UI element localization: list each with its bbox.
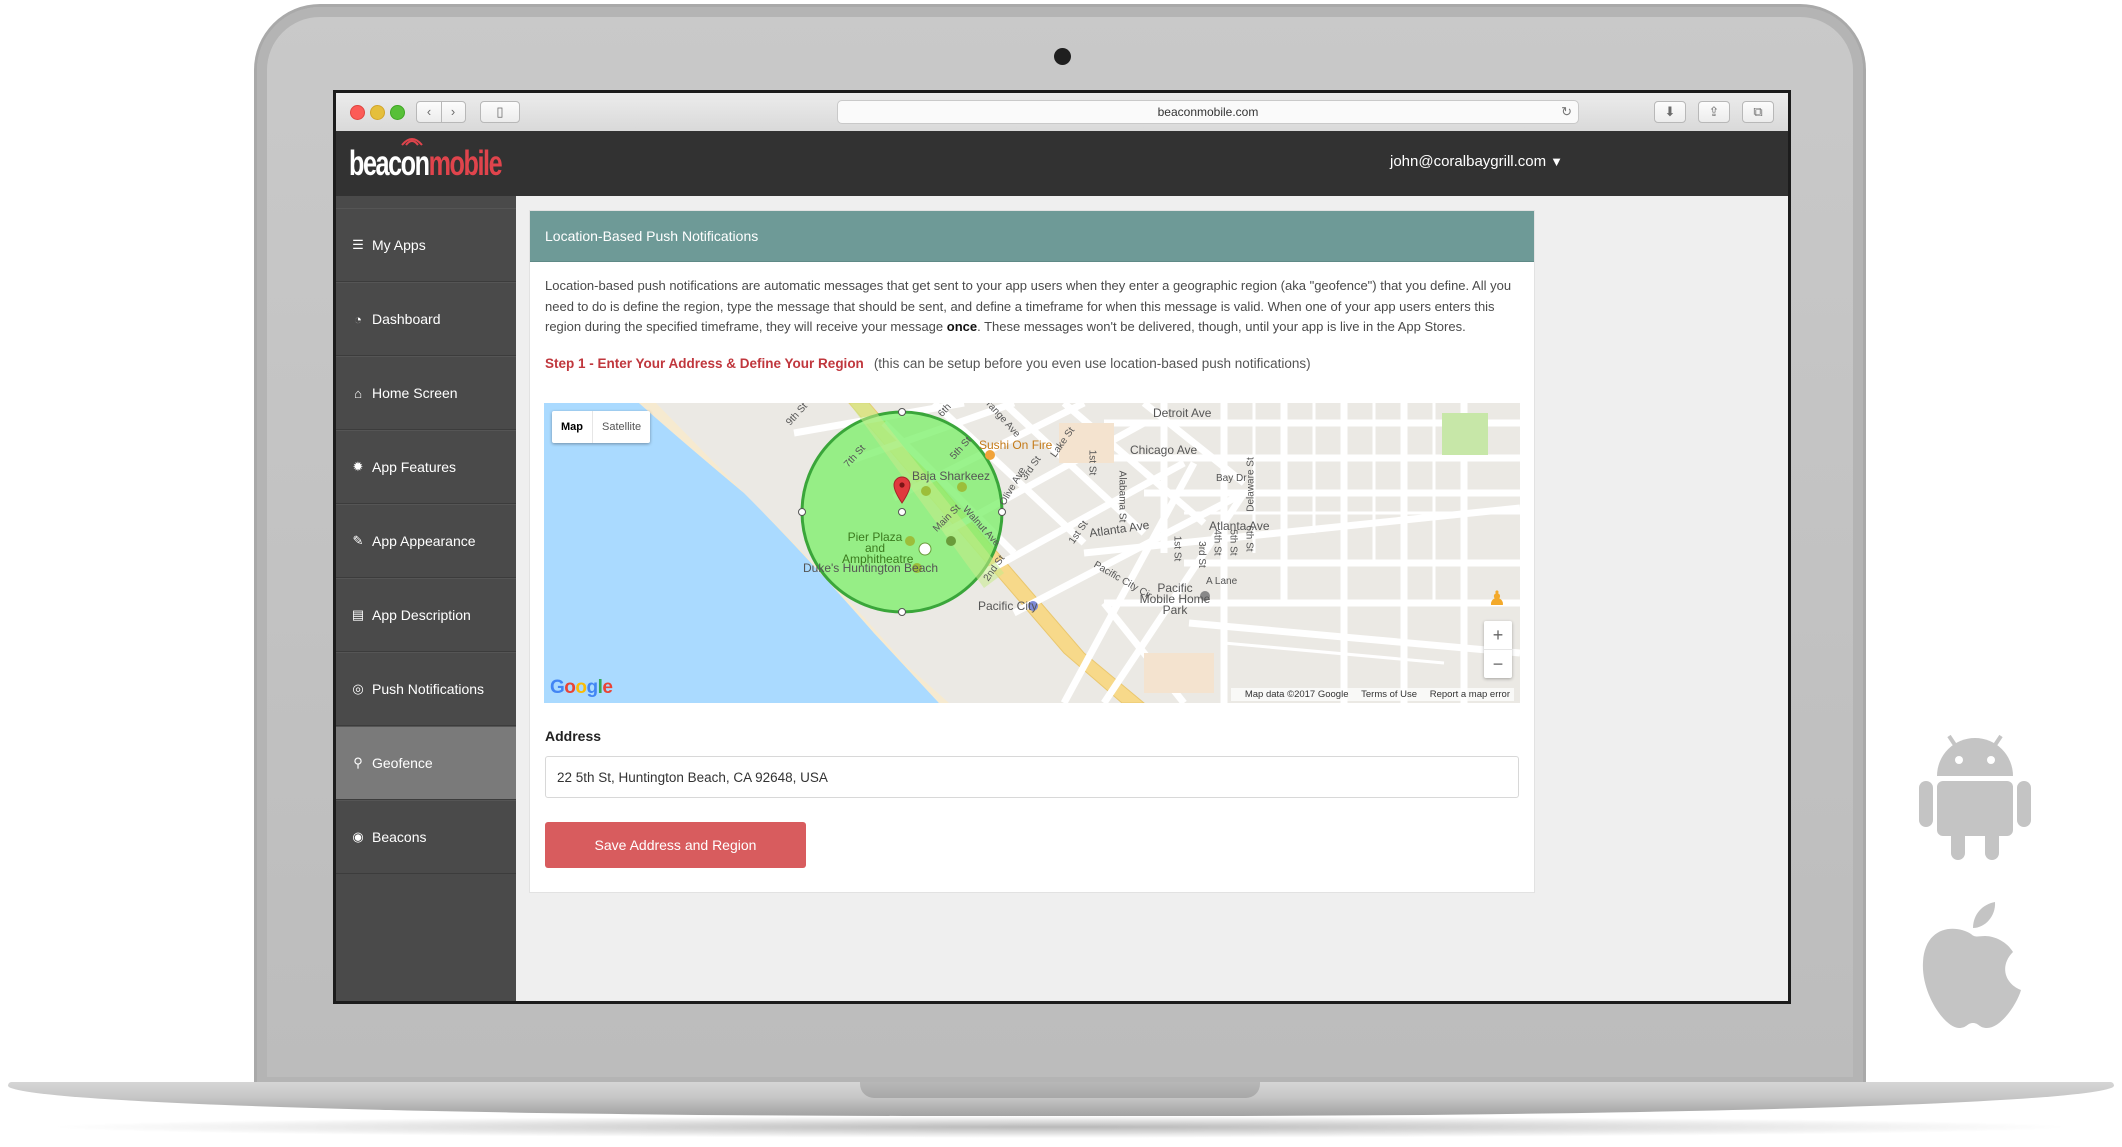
map-label: Baja Sharkeez	[912, 469, 991, 483]
sidebar-toggle-icon[interactable]: ▯	[480, 101, 520, 123]
android-icon	[1919, 734, 2031, 860]
url-text: beaconmobile.com	[1157, 105, 1259, 119]
map-label: Alabama St	[1116, 470, 1128, 523]
tabs-icon[interactable]: ⧉	[1742, 101, 1774, 123]
sidebar-item-label: Beacons	[372, 829, 427, 845]
panel-title: Location-Based Push Notifications	[530, 211, 1534, 262]
sidebar-item-home-screen[interactable]: ⌂ Home Screen	[336, 356, 516, 430]
map-label: 5th St	[1227, 529, 1239, 556]
map-data-text: Map data ©2017 Google	[1244, 689, 1349, 700]
google-logo[interactable]: Google	[550, 677, 613, 699]
sidebar-item-my-apps[interactable]: ☰ My Apps	[336, 208, 516, 282]
address-bar[interactable]: beaconmobile.com ↻	[837, 100, 1579, 124]
app-header: beaconmobile john@coralbaygrill.com ▼	[336, 131, 1788, 196]
sidebar-item-app-description[interactable]: ▤ App Description	[336, 578, 516, 652]
map-marker-icon: ⚲	[353, 755, 363, 770]
zoom-control: + −	[1484, 621, 1512, 678]
maximize-window-button[interactable]	[390, 105, 405, 120]
map-label: A Lane	[1206, 576, 1238, 587]
map-label: Pacific City	[978, 599, 1038, 613]
step-note: (this can be setup before you even use l…	[873, 356, 1311, 371]
map-label: 1st St	[1086, 449, 1098, 476]
map-label: 4th St	[1211, 529, 1223, 556]
forward-icon[interactable]: ›	[442, 102, 465, 122]
step-1-heading: Step 1 - Enter Your Address & Define You…	[545, 356, 1311, 371]
sidebar-item-app-features[interactable]: ✹ App Features	[336, 430, 516, 504]
map-label: Pacific Mobile Home Park	[1139, 581, 1211, 617]
map-label: Delaware St	[1245, 457, 1257, 512]
laptop-notch	[860, 1082, 1260, 1098]
terms-link[interactable]: Terms of Use	[1361, 689, 1417, 700]
caret-down-icon: ▼	[1550, 154, 1563, 169]
sidebar-item-label: Home Screen	[372, 385, 458, 401]
geofence-map[interactable]: Detroit Ave Chicago Ave Atlanta Ave Atla…	[544, 403, 1520, 703]
list-icon: ☰	[352, 237, 364, 252]
download-icon[interactable]: ⬇	[1654, 101, 1686, 123]
step-title: Step 1 - Enter Your Address & Define You…	[545, 356, 864, 371]
map-type-satellite-button[interactable]: Satellite	[592, 411, 650, 443]
sidebar-item-label: Geofence	[372, 755, 433, 771]
main-content: Location-Based Push Notifications Locati…	[516, 196, 1788, 1001]
back-icon[interactable]: ‹	[418, 102, 442, 122]
map-label: 6th St	[1243, 525, 1255, 552]
sidebar-item-beacons[interactable]: ◉ Beacons	[336, 800, 516, 874]
map-attribution: Map data ©2017 Google Terms of Use Repor…	[1230, 688, 1514, 701]
save-address-button[interactable]: Save Address and Region	[545, 822, 806, 868]
intro-text: Location-based push notifications are au…	[545, 278, 1512, 334]
user-email: john@coralbaygrill.com	[1390, 153, 1547, 170]
webcam	[1054, 48, 1071, 65]
minimize-window-button[interactable]	[370, 105, 385, 120]
chat-icon: ◎	[352, 681, 364, 696]
share-icon[interactable]: ⇪	[1698, 101, 1730, 123]
apple-icon	[1922, 902, 2021, 1028]
browser-toolbar: ‹ › ▯ beaconmobile.com ↻ ⬇ ⇪ ⧉	[336, 93, 1788, 132]
report-error-link[interactable]: Report a map error	[1430, 689, 1510, 700]
document-icon: ▤	[351, 607, 365, 622]
map-label: 1st St	[1171, 535, 1183, 562]
user-menu[interactable]: john@coralbaygrill.com ▼	[1390, 153, 1563, 170]
geofence-panel: Location-Based Push Notifications Locati…	[529, 210, 1535, 893]
sidebar-item-label: Dashboard	[372, 311, 441, 327]
sidebar-item-geofence[interactable]: ⚲ Geofence	[336, 726, 516, 800]
zoom-out-button[interactable]: −	[1484, 650, 1512, 678]
sidebar-item-label: App Description	[372, 607, 471, 623]
reload-icon[interactable]: ↻	[1561, 101, 1572, 123]
map-type-control: Map Satellite	[552, 411, 651, 443]
sidebar-item-label: Push Notifications	[372, 681, 485, 697]
map-label: Sushi On Fire	[979, 438, 1053, 452]
zoom-in-button[interactable]: +	[1484, 621, 1512, 650]
home-icon: ⌂	[354, 385, 362, 401]
sidebar: ☰ My Apps ◔ Dashboard ⌂ Home Screen ✹ Ap…	[336, 196, 516, 1001]
close-window-button[interactable]	[350, 105, 365, 120]
gear-icon: ✹	[352, 459, 364, 474]
sidebar-item-label: App Features	[372, 459, 457, 475]
address-input[interactable]	[545, 756, 1519, 798]
paintbrush-icon: ✎	[352, 533, 364, 548]
sidebar-item-app-appearance[interactable]: ✎ App Appearance	[336, 504, 516, 578]
map-label: 3rd St	[1195, 541, 1207, 568]
map-type-map-button[interactable]: Map	[552, 411, 592, 443]
screen: ‹ › ▯ beaconmobile.com ↻ ⬇ ⇪ ⧉ beaconmobi…	[333, 90, 1791, 1004]
sidebar-item-label: My Apps	[372, 237, 426, 253]
map-label: Duke's Huntington Beach	[803, 561, 939, 575]
map-label: Bay Dr	[1216, 473, 1247, 484]
sidebar-item-label: App Appearance	[372, 533, 476, 549]
map-label: Detroit Ave	[1153, 406, 1212, 420]
street-view-pegman-icon[interactable]: ♟	[1488, 586, 1506, 612]
sidebar-item-dashboard[interactable]: ◔ Dashboard	[336, 282, 516, 356]
history-nav: ‹ ›	[416, 101, 466, 123]
laptop-shadow	[40, 1116, 2080, 1138]
beaconmobile-logo[interactable]: beaconmobile	[349, 141, 503, 187]
address-label: Address	[545, 728, 602, 744]
dashboard-icon: ◔	[354, 311, 362, 327]
sidebar-item-push-notifications[interactable]: ◎ Push Notifications	[336, 652, 516, 726]
beacon-icon: ◉	[352, 829, 364, 844]
map-label: Chicago Ave	[1130, 443, 1198, 457]
